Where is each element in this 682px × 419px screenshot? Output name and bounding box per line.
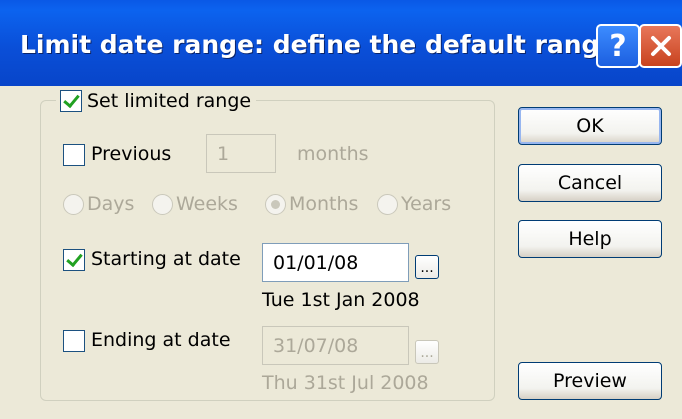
previous-checkbox[interactable] <box>63 144 85 166</box>
starting-date-label: Starting at date <box>91 248 241 270</box>
ok-button[interactable]: OK <box>518 107 662 145</box>
help-button[interactable]: Help <box>518 220 662 258</box>
ending-date-checkbox[interactable] <box>63 330 85 352</box>
set-limited-range-checkbox[interactable] <box>60 90 82 112</box>
radio-years[interactable] <box>377 194 398 215</box>
starting-date-input[interactable]: 01/01/08 <box>262 243 409 282</box>
previous-unit-label: months <box>297 143 369 165</box>
help-icon[interactable]: ? <box>596 24 640 68</box>
previous-count-input[interactable]: 1 <box>206 134 276 173</box>
ending-date-input[interactable]: 31/07/08 <box>262 326 409 365</box>
radio-months[interactable] <box>265 194 286 215</box>
radio-days[interactable] <box>63 194 84 215</box>
set-limited-range-toggle[interactable]: Set limited range <box>56 86 257 116</box>
ending-date-caption: Thu 31st Jul 2008 <box>262 372 429 394</box>
cancel-button[interactable]: Cancel <box>518 164 662 202</box>
close-icon[interactable] <box>639 24 682 68</box>
radio-years-label: Years <box>401 193 452 215</box>
set-limited-range-label: Set limited range <box>87 90 252 112</box>
dialog-window: Limit date range: define the default ran… <box>0 0 682 419</box>
window-title: Limit date range: define the default ran… <box>20 30 617 59</box>
radio-days-label: Days <box>87 193 135 215</box>
radio-weeks[interactable] <box>152 194 173 215</box>
ending-date-label: Ending at date <box>91 329 231 351</box>
title-bar[interactable]: Limit date range: define the default ran… <box>0 0 682 86</box>
starting-date-caption: Tue 1st Jan 2008 <box>262 289 420 311</box>
starting-date-checkbox[interactable] <box>63 249 85 271</box>
close-x-glyph <box>650 36 671 56</box>
starting-date-browse-button[interactable]: ... <box>415 255 439 279</box>
ending-date-browse-button[interactable]: ... <box>415 340 439 364</box>
previous-label: Previous <box>91 143 172 165</box>
radio-weeks-label: Weeks <box>176 193 238 215</box>
preview-button[interactable]: Preview <box>518 362 662 400</box>
radio-months-label: Months <box>289 193 359 215</box>
help-glyph: ? <box>609 28 627 64</box>
